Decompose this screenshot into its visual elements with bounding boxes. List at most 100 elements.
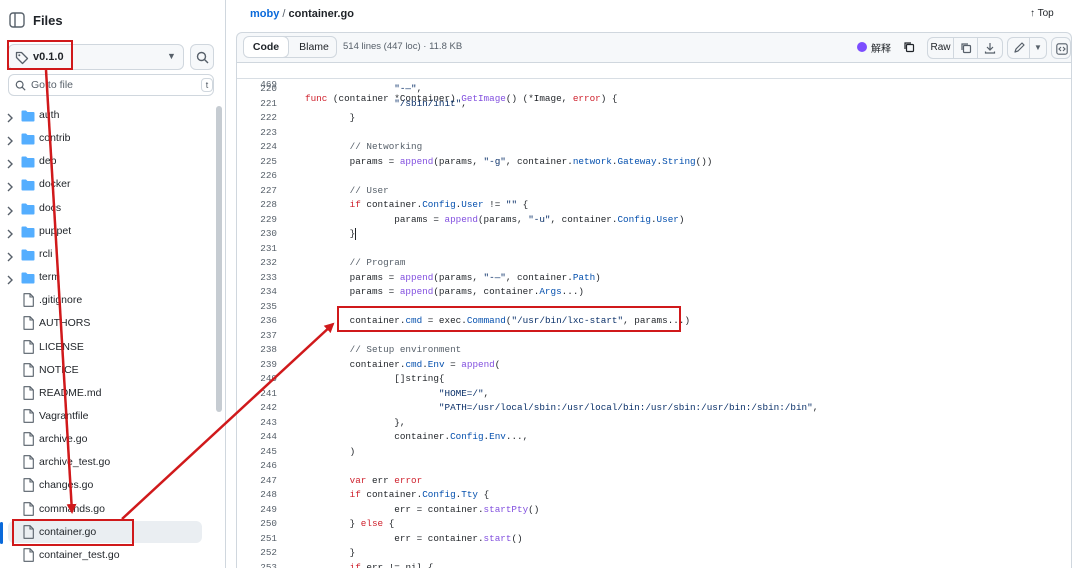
tab-blame[interactable]: Blame xyxy=(292,37,336,57)
tree-file[interactable]: archive.go xyxy=(0,428,212,450)
line-number[interactable]: 221 xyxy=(237,97,277,112)
copy-icon[interactable] xyxy=(903,40,915,58)
go-to-file-field[interactable]: t xyxy=(8,74,214,96)
sidebar-collapse-icon[interactable] xyxy=(8,11,26,29)
line-number[interactable]: 225 xyxy=(237,155,277,170)
line-number[interactable]: 250 xyxy=(237,517,277,532)
tree-file[interactable]: README.md xyxy=(0,382,212,404)
code-text: "HOME=/", xyxy=(438,387,490,399)
line-number[interactable]: 238 xyxy=(237,343,277,358)
code-line: 240 []string{ xyxy=(237,372,1071,387)
line-number[interactable]: 226 xyxy=(237,169,277,184)
tree-file[interactable]: archive_test.go xyxy=(0,451,212,473)
line-number[interactable]: 230 xyxy=(237,227,277,242)
line-number[interactable]: 235 xyxy=(237,300,277,315)
code-text: if container.Config.User != "" { xyxy=(349,199,529,210)
tree-folder[interactable]: term xyxy=(0,266,212,288)
line-number[interactable]: 231 xyxy=(237,242,277,257)
line-number[interactable]: 242 xyxy=(237,401,277,416)
code-text: []string{ xyxy=(305,373,445,384)
download-button[interactable] xyxy=(978,38,1002,58)
code-text: params = append(params, "-—", container.… xyxy=(305,271,601,283)
line-number[interactable]: 228 xyxy=(237,198,277,213)
raw-button[interactable]: Raw xyxy=(928,38,954,58)
tree-folder[interactable]: deb xyxy=(0,150,212,172)
code-line: 239 container.cmd.Env = append( xyxy=(237,358,1071,373)
chevron-right-icon[interactable] xyxy=(6,110,14,123)
breadcrumb-separator: / xyxy=(282,8,286,20)
line-number[interactable]: 246 xyxy=(237,459,277,474)
chevron-right-icon[interactable] xyxy=(6,179,14,192)
code-line: 253 if err != nil { xyxy=(237,561,1071,568)
line-number[interactable]: 234 xyxy=(237,285,277,300)
line-number[interactable]: 253 xyxy=(237,561,277,568)
line-number[interactable]: 244 xyxy=(237,430,277,445)
branch-selector[interactable]: v0.1.0 ▼ xyxy=(8,44,184,70)
ai-assistant-icon xyxy=(857,42,867,52)
code-line: 246 xyxy=(237,459,1071,474)
line-number[interactable]: 248 xyxy=(237,488,277,503)
line-number[interactable]: 227 xyxy=(237,184,277,199)
code-text: ) xyxy=(305,445,356,457)
line-number[interactable]: 239 xyxy=(237,358,277,373)
line-number[interactable]: 224 xyxy=(237,140,277,155)
line-number[interactable]: 223 xyxy=(237,126,277,141)
line-number[interactable]: 222 xyxy=(237,111,277,126)
tree-file[interactable]: AUTHORS xyxy=(0,312,212,334)
line-number[interactable]: 247 xyxy=(237,474,277,489)
line-number[interactable]: 232 xyxy=(237,256,277,271)
tree-folder[interactable]: rcli xyxy=(0,243,212,265)
line-number[interactable]: 252 xyxy=(237,546,277,561)
line-number[interactable]: 233 xyxy=(237,271,277,286)
chevron-right-icon[interactable] xyxy=(6,156,14,169)
search-files-button[interactable] xyxy=(190,44,214,70)
tree-file[interactable]: container_test.go xyxy=(0,544,212,566)
line-number[interactable]: 241 xyxy=(237,387,277,402)
breadcrumb-repo-link[interactable]: moby xyxy=(250,8,279,20)
tree-folder[interactable]: docker xyxy=(0,173,212,195)
tree-folder[interactable]: puppet xyxy=(0,220,212,242)
back-to-top-link[interactable]: ↑ Top xyxy=(1030,8,1054,19)
code-text: } xyxy=(305,112,356,123)
chevron-right-icon[interactable] xyxy=(6,226,14,239)
tree-folder[interactable]: docs xyxy=(0,197,212,219)
chevron-right-icon[interactable] xyxy=(6,203,14,216)
code-viewer[interactable]: 469 func (container *Container) GetImage… xyxy=(236,62,1072,568)
tree-folder[interactable]: auth xyxy=(0,104,212,126)
sticky-function-header[interactable]: 469 func (container *Container) GetImage… xyxy=(237,63,1071,104)
tree-item-label: docker xyxy=(39,178,71,191)
code-line: 231 xyxy=(237,242,1071,257)
tree-folder[interactable]: contrib xyxy=(0,127,212,149)
sidebar-scrollbar[interactable] xyxy=(216,106,222,412)
edit-button[interactable] xyxy=(1008,38,1030,58)
line-number[interactable]: 240 xyxy=(237,372,277,387)
edit-dropdown-button[interactable]: ▼ xyxy=(1030,38,1046,58)
chevron-right-icon[interactable] xyxy=(6,133,14,146)
tree-file[interactable]: .gitignore xyxy=(0,289,212,311)
chevron-right-icon[interactable] xyxy=(6,272,14,285)
code-line: 235 xyxy=(237,300,1071,315)
go-to-file-input[interactable] xyxy=(31,77,191,93)
line-number[interactable]: 245 xyxy=(237,445,277,460)
copy-raw-button[interactable] xyxy=(954,38,978,58)
tree-file[interactable]: container.go xyxy=(8,520,202,543)
text-cursor xyxy=(355,227,357,240)
line-number[interactable]: 249 xyxy=(237,503,277,518)
tree-file[interactable]: changes.go xyxy=(0,474,212,496)
tree-file[interactable]: NOTICE xyxy=(0,359,212,381)
tab-code[interactable]: Code xyxy=(244,37,289,57)
tree-item-label: archive.go xyxy=(39,433,88,446)
chevron-right-icon[interactable] xyxy=(6,249,14,262)
search-icon xyxy=(196,51,209,64)
tree-item-label: README.md xyxy=(39,386,102,399)
tree-file[interactable]: LICENSE xyxy=(0,336,212,358)
line-number[interactable]: 243 xyxy=(237,416,277,431)
line-number[interactable]: 236 xyxy=(237,314,277,329)
tree-file[interactable]: Vagrantfile xyxy=(0,405,212,427)
symbols-panel-button[interactable] xyxy=(1051,37,1071,59)
line-number[interactable]: 229 xyxy=(237,213,277,228)
line-number[interactable]: 251 xyxy=(237,532,277,547)
line-number[interactable]: 237 xyxy=(237,329,277,344)
line-number[interactable]: 220 xyxy=(237,82,277,97)
tree-file[interactable]: commands.go xyxy=(0,498,212,520)
